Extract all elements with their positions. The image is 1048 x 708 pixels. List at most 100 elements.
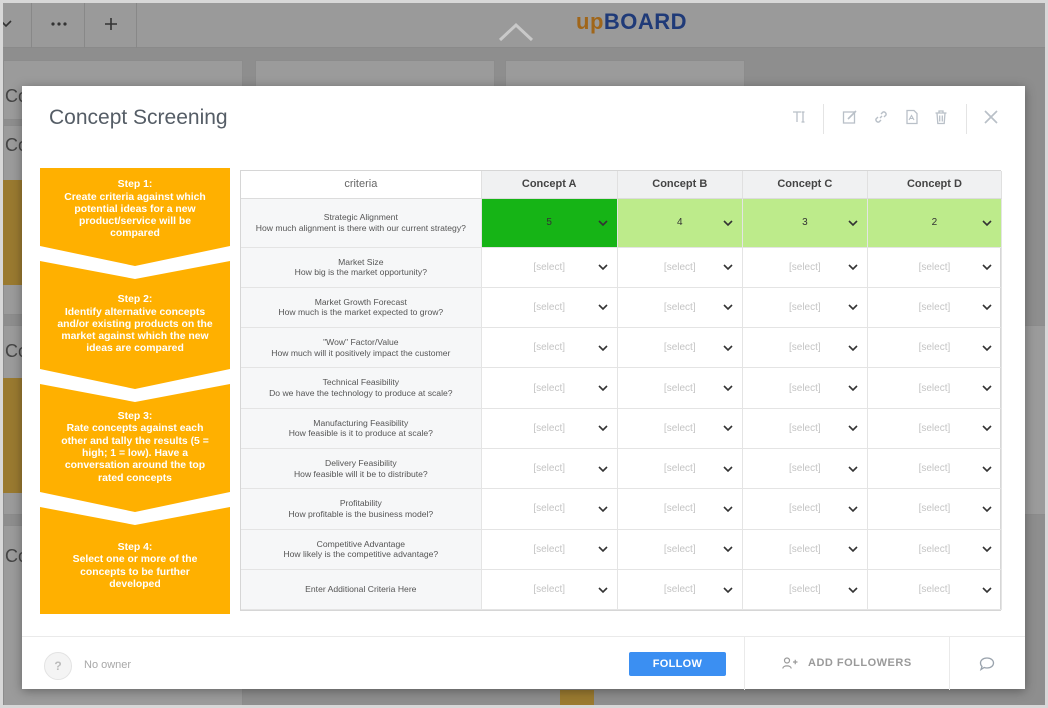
score-select[interactable]: 3: [742, 198, 868, 248]
footer-divider: [744, 637, 745, 690]
chevron-down-icon: [982, 546, 992, 553]
score-select[interactable]: [select]: [742, 367, 868, 409]
bg-more-icon[interactable]: [33, 0, 85, 48]
score-select[interactable]: [select]: [617, 327, 743, 369]
criteria-cell[interactable]: Delivery Feasibility How feasible will it…: [241, 448, 482, 490]
score-value: [select]: [533, 422, 566, 434]
chevron-down-icon: [723, 304, 733, 311]
concept-b-header[interactable]: Concept B: [617, 171, 743, 199]
score-select[interactable]: [select]: [481, 569, 618, 611]
criteria-cell[interactable]: Enter Additional Criteria Here: [241, 569, 482, 611]
score-select[interactable]: [select]: [481, 247, 618, 288]
score-select[interactable]: [select]: [742, 247, 868, 288]
score-select[interactable]: [select]: [867, 448, 1003, 490]
add-followers-label: ADD FOLLOWERS: [808, 657, 912, 669]
criteria-name: Competitive Advantage: [316, 538, 406, 549]
score-select[interactable]: 4: [617, 198, 743, 248]
score-select[interactable]: [select]: [481, 448, 618, 490]
score-select[interactable]: [select]: [742, 488, 868, 530]
score-select[interactable]: [select]: [742, 408, 868, 449]
score-select[interactable]: [select]: [481, 287, 618, 329]
owner-avatar[interactable]: ?: [44, 652, 72, 680]
bg-add-icon[interactable]: [85, 0, 137, 48]
score-value: [select]: [918, 503, 951, 515]
text-format-icon[interactable]: [790, 108, 808, 126]
score-select[interactable]: [select]: [867, 327, 1003, 369]
score-select[interactable]: [select]: [742, 448, 868, 490]
criteria-name: Manufacturing Feasibility: [313, 417, 409, 428]
criteria-name: Market Growth Forecast: [314, 296, 407, 307]
chevron-down-icon: [982, 345, 992, 351]
chevron-down-icon: [598, 385, 608, 392]
score-select[interactable]: [select]: [867, 287, 1003, 329]
score-select[interactable]: [select]: [481, 367, 618, 409]
score-select[interactable]: [select]: [742, 569, 868, 611]
chevron-down-icon: [723, 546, 733, 553]
score-value: [select]: [789, 342, 821, 354]
trash-icon[interactable]: [932, 108, 950, 126]
score-select[interactable]: [select]: [617, 247, 743, 288]
score-select[interactable]: [select]: [481, 529, 618, 570]
score-select[interactable]: [select]: [617, 529, 743, 570]
score-select[interactable]: 2: [867, 198, 1003, 248]
score-select[interactable]: [select]: [867, 247, 1003, 288]
chevron-down-icon: [723, 466, 733, 472]
score-select[interactable]: [select]: [617, 367, 743, 409]
chevron-down-icon: [848, 425, 858, 432]
score-select[interactable]: [select]: [617, 569, 743, 611]
step-1: Step 1: Create criteria against which po…: [40, 168, 230, 266]
criteria-question: How much is the market expected to grow?: [278, 307, 444, 318]
close-icon[interactable]: [982, 108, 1000, 126]
bg-chevron-down-icon[interactable]: [0, 0, 32, 48]
score-value: [select]: [789, 422, 821, 434]
concept-c-header[interactable]: Concept C: [742, 171, 868, 199]
score-select[interactable]: [select]: [481, 327, 618, 369]
edit-icon[interactable]: [841, 108, 859, 126]
criteria-question: How profitable is the business model?: [288, 508, 434, 519]
score-select[interactable]: [select]: [617, 488, 743, 530]
criteria-row: Manufacturing Feasibility How feasible is…: [241, 408, 1003, 449]
chevron-down-icon: [598, 264, 608, 271]
score-select[interactable]: [select]: [617, 287, 743, 329]
criteria-cell[interactable]: Strategic Alignment How much alignment is…: [241, 198, 482, 248]
score-select[interactable]: [select]: [867, 408, 1003, 449]
add-followers-button[interactable]: ADD FOLLOWERS: [782, 657, 912, 669]
criteria-cell[interactable]: Profitability How profitable is the busin…: [241, 488, 482, 530]
comment-icon[interactable]: [979, 656, 995, 677]
collapse-chevron-icon[interactable]: [498, 22, 534, 42]
score-select[interactable]: [select]: [742, 287, 868, 329]
score-select[interactable]: [select]: [867, 367, 1003, 409]
score-select[interactable]: [select]: [481, 488, 618, 530]
criteria-row: "Wow" Factor/Value How much will it posit…: [241, 327, 1003, 369]
bg-orange-block: [560, 690, 594, 708]
score-select[interactable]: [select]: [617, 408, 743, 449]
criteria-cell[interactable]: Competitive Advantage How likely is the c…: [241, 529, 482, 570]
score-select[interactable]: [select]: [867, 488, 1003, 530]
score-value: [select]: [533, 543, 566, 555]
pdf-icon[interactable]: [903, 108, 921, 126]
score-select[interactable]: 5: [481, 198, 618, 248]
score-select[interactable]: [select]: [867, 569, 1003, 611]
score-select[interactable]: [select]: [481, 408, 618, 449]
concept-a-header[interactable]: Concept A: [481, 171, 618, 199]
score-value: [select]: [663, 261, 696, 273]
score-value: 4: [676, 217, 683, 228]
follow-button[interactable]: FOLLOW: [629, 652, 726, 676]
chevron-down-icon: [598, 304, 608, 311]
criteria-cell[interactable]: Technical Feasibility Do we have the tech…: [241, 367, 482, 409]
score-value: [select]: [789, 382, 821, 394]
criteria-question: How big is the market opportunity?: [294, 267, 427, 278]
criteria-cell[interactable]: "Wow" Factor/Value How much will it posit…: [241, 327, 482, 369]
link-icon[interactable]: [872, 108, 890, 126]
score-select[interactable]: [select]: [867, 529, 1003, 570]
score-select[interactable]: [select]: [742, 327, 868, 369]
score-value: [select]: [918, 382, 951, 394]
criteria-name: "Wow" Factor/Value: [323, 337, 399, 348]
score-select[interactable]: [select]: [617, 448, 743, 490]
criteria-question: How much alignment is there with our cur…: [255, 222, 466, 233]
score-select[interactable]: [select]: [742, 529, 868, 570]
criteria-cell[interactable]: Manufacturing Feasibility How feasible is…: [241, 408, 482, 449]
criteria-cell[interactable]: Market Size How big is the market opportu…: [241, 247, 482, 288]
concept-d-header[interactable]: Concept D: [867, 171, 1003, 199]
criteria-cell[interactable]: Market Growth Forecast How much is the ma…: [241, 287, 482, 329]
